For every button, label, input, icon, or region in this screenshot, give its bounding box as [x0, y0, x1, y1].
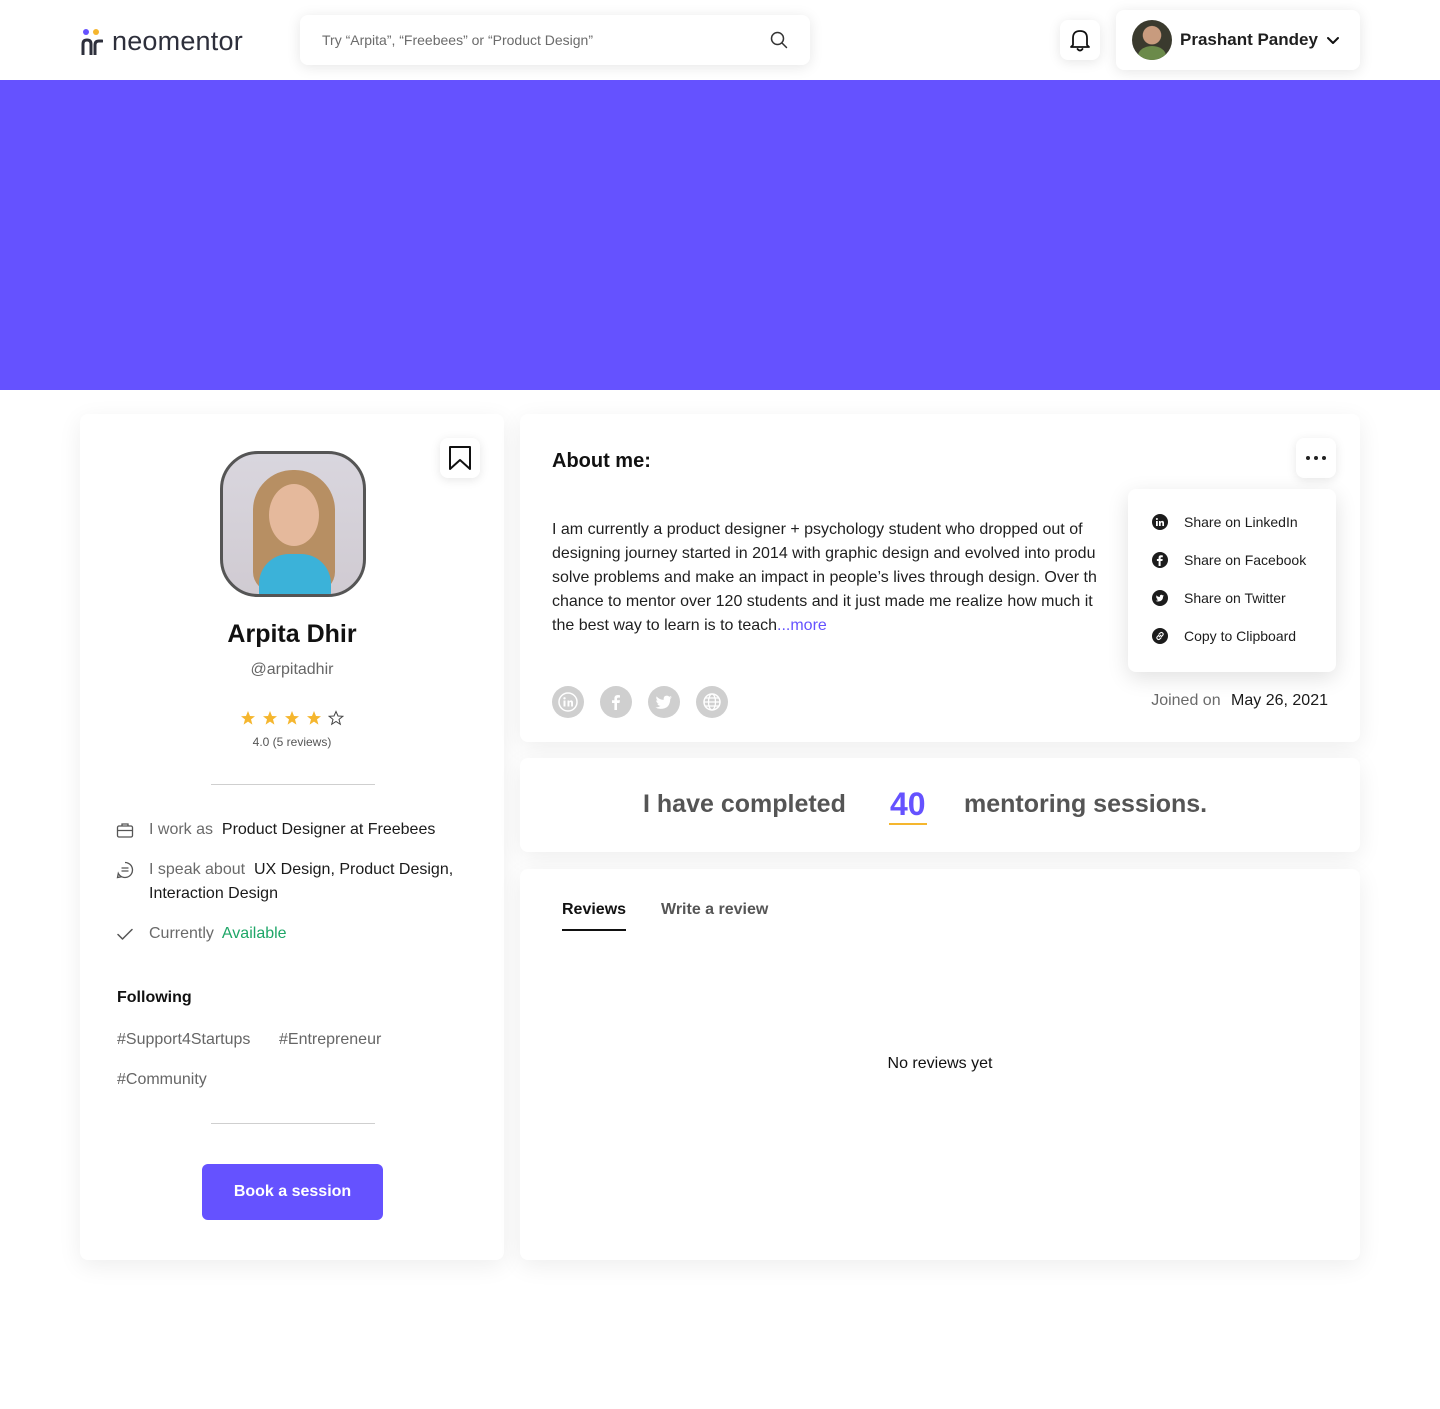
- joined-date: Joined on May 26, 2021: [1151, 692, 1328, 710]
- read-more-link[interactable]: ...more: [777, 617, 827, 634]
- logo-text: neomentor: [112, 26, 243, 56]
- sessions-prefix: I have completed: [643, 790, 846, 818]
- search-icon[interactable]: [770, 31, 788, 49]
- notifications-button[interactable]: [1060, 20, 1100, 60]
- profile-avatar: [220, 451, 366, 597]
- chevron-down-icon: [1326, 37, 1339, 44]
- check-icon: [117, 928, 133, 940]
- link-icon: [1152, 628, 1168, 644]
- star-filled-icon: [285, 711, 299, 725]
- linkedin-icon: [1152, 514, 1168, 530]
- speak-info: I speak about UX Design, Product Design,…: [116, 858, 453, 906]
- star-filled-icon: [241, 711, 255, 725]
- profile-name: Arpita Dhir: [227, 620, 357, 648]
- logo[interactable]: neomentor: [80, 26, 243, 57]
- work-info: I work as Product Designer at Freebees: [116, 818, 435, 842]
- bookmark-button[interactable]: [440, 438, 480, 478]
- user-menu[interactable]: Prashant Pandey: [1116, 10, 1360, 70]
- social-links: [552, 686, 728, 718]
- tag-link[interactable]: #Entrepreneur: [279, 1031, 381, 1049]
- briefcase-icon: [116, 823, 134, 838]
- user-name: Prashant Pandey: [1180, 30, 1318, 49]
- about-line: I am currently a product designer + psyc…: [552, 521, 1083, 538]
- search-bar: [300, 15, 810, 65]
- copy-clipboard-item[interactable]: Copy to Clipboard: [1152, 628, 1296, 644]
- logo-mark-icon: [80, 28, 104, 55]
- status-value: Available: [221, 925, 287, 942]
- share-linkedin-item[interactable]: Share on LinkedIn: [1152, 514, 1298, 530]
- divider: [211, 1123, 375, 1124]
- facebook-icon[interactable]: [600, 686, 632, 718]
- sessions-count: 40: [889, 786, 927, 825]
- user-avatar: [1132, 20, 1172, 60]
- book-session-button[interactable]: Book a session: [202, 1164, 383, 1220]
- share-menu: Share on LinkedIn Share on Facebook Shar…: [1128, 489, 1336, 672]
- work-label: I work as: [149, 821, 214, 838]
- rating-stars: [240, 710, 344, 726]
- status-label: Currently: [149, 925, 214, 942]
- sessions-suffix: mentoring sessions.: [964, 790, 1208, 818]
- star-filled-icon: [307, 711, 321, 725]
- joined-value: May 26, 2021: [1231, 692, 1328, 709]
- menu-item-label: Copy to Clipboard: [1184, 628, 1297, 644]
- rating-text: 4.0 (5 reviews): [252, 735, 332, 749]
- star-filled-icon: [263, 711, 277, 725]
- more-options-button[interactable]: [1296, 438, 1336, 478]
- tab-write-review[interactable]: Write a review: [661, 901, 768, 929]
- twitter-icon: [1152, 590, 1168, 606]
- profile-handle: @arpitadhir: [250, 661, 334, 678]
- about-line: designing journey started in 2014 with g…: [552, 545, 1096, 562]
- reviews-card: Reviews Write a review No reviews yet: [520, 869, 1360, 1260]
- tab-reviews[interactable]: Reviews: [562, 901, 627, 931]
- speak-value: UX Design, Product Design,: [253, 861, 454, 878]
- globe-icon[interactable]: [696, 686, 728, 718]
- following-title: Following: [117, 989, 192, 1006]
- bell-icon: [1070, 30, 1090, 52]
- twitter-icon[interactable]: [648, 686, 680, 718]
- chat-icon: [116, 861, 134, 879]
- menu-item-label: Share on LinkedIn: [1184, 514, 1298, 530]
- about-line: solve problems and make an impact in peo…: [552, 569, 1097, 586]
- divider: [211, 784, 375, 785]
- menu-item-label: Share on Facebook: [1184, 552, 1307, 568]
- about-line: chance to mentor over 120 students and i…: [552, 593, 1093, 610]
- about-title: About me:: [552, 450, 651, 472]
- speak-value-continued: Interaction Design: [149, 885, 278, 902]
- menu-item-label: Share on Twitter: [1184, 590, 1286, 606]
- tag-link[interactable]: #Support4Startups: [117, 1031, 250, 1049]
- share-facebook-item[interactable]: Share on Facebook: [1152, 552, 1306, 568]
- about-text: I am currently a product designer + psyc…: [552, 518, 1152, 638]
- facebook-icon: [1152, 552, 1168, 568]
- profile-card: Arpita Dhir @arpitadhir 4.0 (5 reviews) …: [80, 414, 504, 1260]
- status-info: Currently Available: [116, 922, 287, 946]
- speak-label: I speak about: [149, 861, 246, 878]
- tag-link[interactable]: #Community: [117, 1071, 207, 1089]
- top-header: neomentor Prashant Pandey: [0, 0, 1440, 80]
- star-empty-icon: [328, 710, 344, 726]
- joined-label: Joined on: [1151, 692, 1221, 709]
- search-input[interactable]: [322, 15, 752, 65]
- bookmark-icon: [449, 446, 471, 470]
- share-twitter-item[interactable]: Share on Twitter: [1152, 590, 1286, 606]
- linkedin-icon[interactable]: [552, 686, 584, 718]
- empty-reviews-message: No reviews yet: [887, 1055, 993, 1072]
- profile-banner: [0, 80, 1440, 390]
- work-value: Product Designer at Freebees: [221, 821, 436, 838]
- about-line: the best way to learn is to teach: [552, 617, 778, 634]
- sessions-card: I have completed 40 mentoring sessions.: [520, 758, 1360, 852]
